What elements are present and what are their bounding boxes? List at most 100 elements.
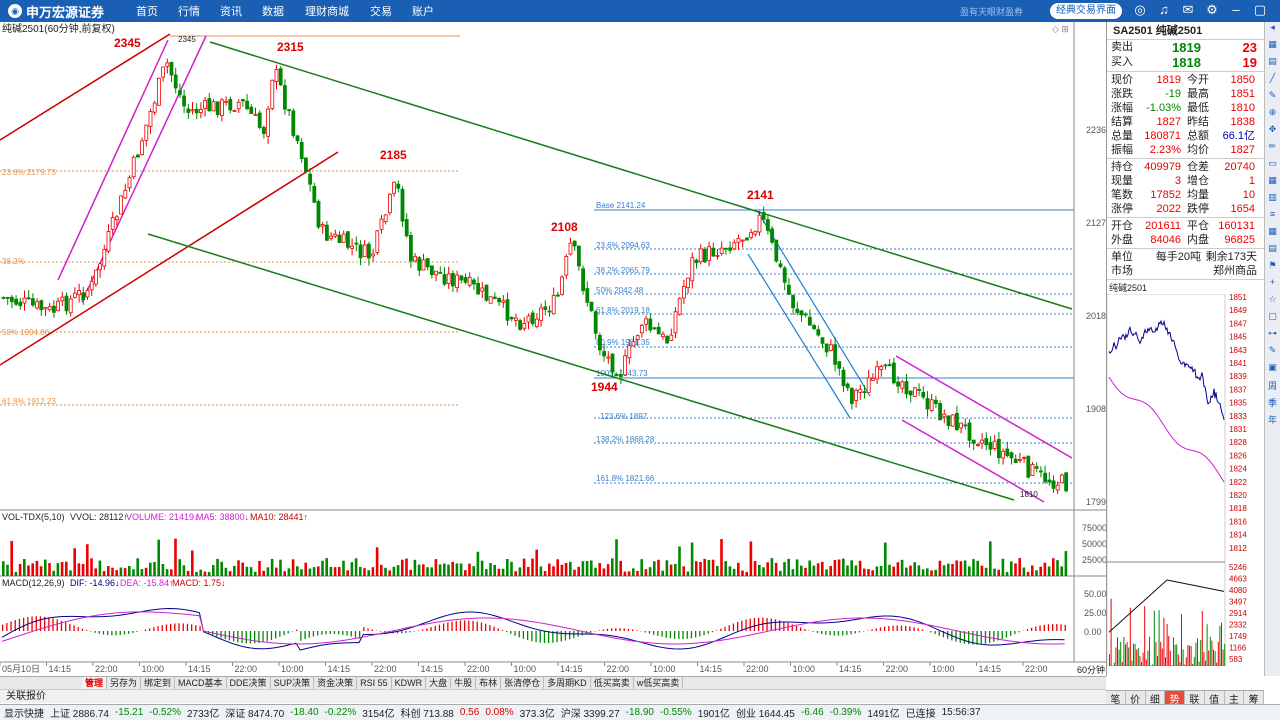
mail-icon[interactable]: ✉ (1176, 2, 1200, 18)
link-icon[interactable]: ⊶ (1265, 328, 1280, 345)
draw-icon[interactable]: ✎ (1265, 90, 1280, 107)
minimize-icon[interactable]: – (1224, 2, 1248, 18)
related-quote-bar[interactable]: 关联报价 (0, 689, 1106, 703)
indicator-tab[interactable]: 张清停仓 (501, 677, 545, 689)
nav-home[interactable]: 首页 (126, 3, 168, 19)
edit-icon[interactable]: ✎ (1265, 345, 1280, 362)
nav-quotes[interactable]: 行情 (168, 3, 210, 19)
week-tab[interactable]: 周 (1265, 379, 1280, 396)
detail-tab[interactable]: 联 (1185, 691, 1205, 706)
volume-bar (472, 566, 475, 576)
detail-tab[interactable]: 值 (1205, 691, 1225, 706)
intraday-mini-chart[interactable]: 1851 1849 1847 1845 1843 1841 1839 1837 1835 1833… (1107, 294, 1263, 666)
status-item[interactable]: 显示快捷 (4, 705, 44, 720)
macd-bar (262, 631, 264, 643)
detail-tab[interactable]: 势 (1165, 691, 1185, 706)
status-item: 0.08% (485, 707, 514, 718)
indicator-tab[interactable]: 绑定到 (141, 677, 176, 689)
candle-body (173, 74, 178, 89)
year-tab[interactable]: 年 (1265, 413, 1280, 430)
star-icon[interactable]: ☆ (1265, 294, 1280, 311)
macd-bar (434, 625, 436, 631)
mini-vol-tick: 1749 (1229, 632, 1247, 641)
candle-body (648, 318, 653, 331)
detail-tab[interactable]: 主 (1225, 691, 1245, 706)
layout-icon[interactable]: ▣ (1265, 362, 1280, 379)
indicator-tab[interactable]: 多周期KD (544, 677, 591, 689)
candle-body (110, 217, 115, 230)
indicator-tab[interactable]: 牛股 (451, 677, 477, 689)
indicator-tab[interactable]: 另存为 (107, 677, 142, 689)
nav-wealth[interactable]: 理财商城 (294, 3, 360, 19)
nav-account[interactable]: 账户 (402, 3, 444, 19)
bars-icon[interactable]: ▥ (1265, 192, 1280, 209)
line-icon[interactable]: ╱ (1265, 73, 1280, 90)
macd-bar (686, 631, 688, 639)
period-label[interactable]: 60分钟 (1077, 664, 1105, 675)
chart-icon[interactable]: ▤ (1265, 243, 1280, 260)
headset-icon[interactable]: ♫ (1152, 2, 1176, 18)
indicator-tab[interactable]: 管理 (82, 677, 108, 689)
indicator-tab[interactable]: MACD基本 (175, 677, 227, 689)
indicator-tab[interactable]: SUP决策 (271, 677, 315, 689)
nav-news[interactable]: 资讯 (210, 3, 252, 19)
kline-chart[interactable]: 纯碱2501(60分钟,前复权) ◇ ⊞ 23.6% 2179.73 38.2%… (0, 22, 1106, 676)
arrow-left-icon[interactable]: ◂ (1265, 22, 1280, 39)
mini-volume-bar (1217, 641, 1219, 666)
indicator-tab[interactable]: 资金决策 (314, 677, 358, 689)
record-icon[interactable]: ◎ (1128, 2, 1152, 18)
grid-icon[interactable]: ▦ (1265, 39, 1280, 56)
box-icon[interactable]: ▢ (1265, 311, 1280, 328)
volume-bar (762, 567, 765, 576)
x-tick: 10:00 (142, 664, 165, 674)
indicator-tab[interactable]: KDWR (392, 677, 427, 689)
volume-bar (115, 570, 118, 576)
candle-body (1039, 470, 1043, 473)
season-tab[interactable]: 季 (1265, 396, 1280, 413)
chart-corner-icon[interactable]: ◇ ⊞ (1052, 24, 1069, 34)
detail-tab[interactable]: 价 (1126, 691, 1146, 706)
quote-row: 结算 1827 昨结 1838 (1111, 116, 1255, 128)
list-icon[interactable]: ≡ (1265, 209, 1280, 226)
candle-body (589, 301, 594, 312)
settings-icon[interactable]: ⚙ (1200, 2, 1224, 18)
macd-bar (1052, 624, 1054, 631)
indicator-tab[interactable]: RSI 55 (357, 677, 392, 689)
close-icon[interactable]: ✕ (1272, 2, 1280, 18)
volume-bar (2, 561, 5, 576)
nav-trade[interactable]: 交易 (360, 3, 402, 19)
table-icon[interactable]: ▦ (1265, 226, 1280, 243)
detail-tab[interactable]: 筹 (1244, 691, 1264, 706)
pen-icon[interactable]: ✏ (1265, 141, 1280, 158)
move-icon[interactable]: ✥ (1265, 124, 1280, 141)
vol-tick: 75000 (1082, 523, 1106, 533)
nav-data[interactable]: 数据 (252, 3, 294, 19)
indicator-tab[interactable]: 低买高卖 (591, 677, 634, 689)
maximize-icon[interactable]: ▢ (1248, 2, 1272, 18)
volume-bar (548, 563, 551, 576)
doc-icon[interactable]: ▭ (1265, 158, 1280, 175)
zoom-icon[interactable]: ⊕ (1265, 107, 1280, 124)
candle-body (476, 282, 481, 295)
main-chart-area[interactable]: 纯碱2501(60分钟,前复权) ◇ ⊞ 23.6% 2179.73 38.2%… (0, 22, 1106, 676)
classic-trade-button[interactable]: 经典交易界面 (1050, 3, 1122, 19)
macd-bar (632, 629, 634, 631)
detail-tab[interactable]: 笔 (1106, 691, 1126, 706)
chart-header: 纯碱2501(60分钟,前复权) (2, 22, 115, 35)
candle-body (1060, 474, 1064, 484)
indicator-tab[interactable]: DDE决策 (227, 677, 271, 689)
volume-bar (48, 563, 51, 576)
detail-tab[interactable]: 细 (1146, 691, 1166, 706)
chart-icon[interactable]: ▤ (1265, 56, 1280, 73)
indicator-tab[interactable]: 布林 (476, 677, 502, 689)
candle-body (610, 353, 615, 373)
macd-bar (930, 631, 932, 633)
volume-bar (779, 570, 782, 576)
indicator-tab[interactable]: w低买高卖 (634, 677, 684, 689)
grid-icon[interactable]: ▦ (1265, 175, 1280, 192)
mini-price-tick: 1812 (1229, 544, 1247, 553)
plus-icon[interactable]: + (1265, 277, 1280, 294)
indicator-tab[interactable]: 大盘 (426, 677, 452, 689)
mini-volume-bar (1192, 663, 1194, 666)
flag-icon[interactable]: ⚑ (1265, 260, 1280, 277)
